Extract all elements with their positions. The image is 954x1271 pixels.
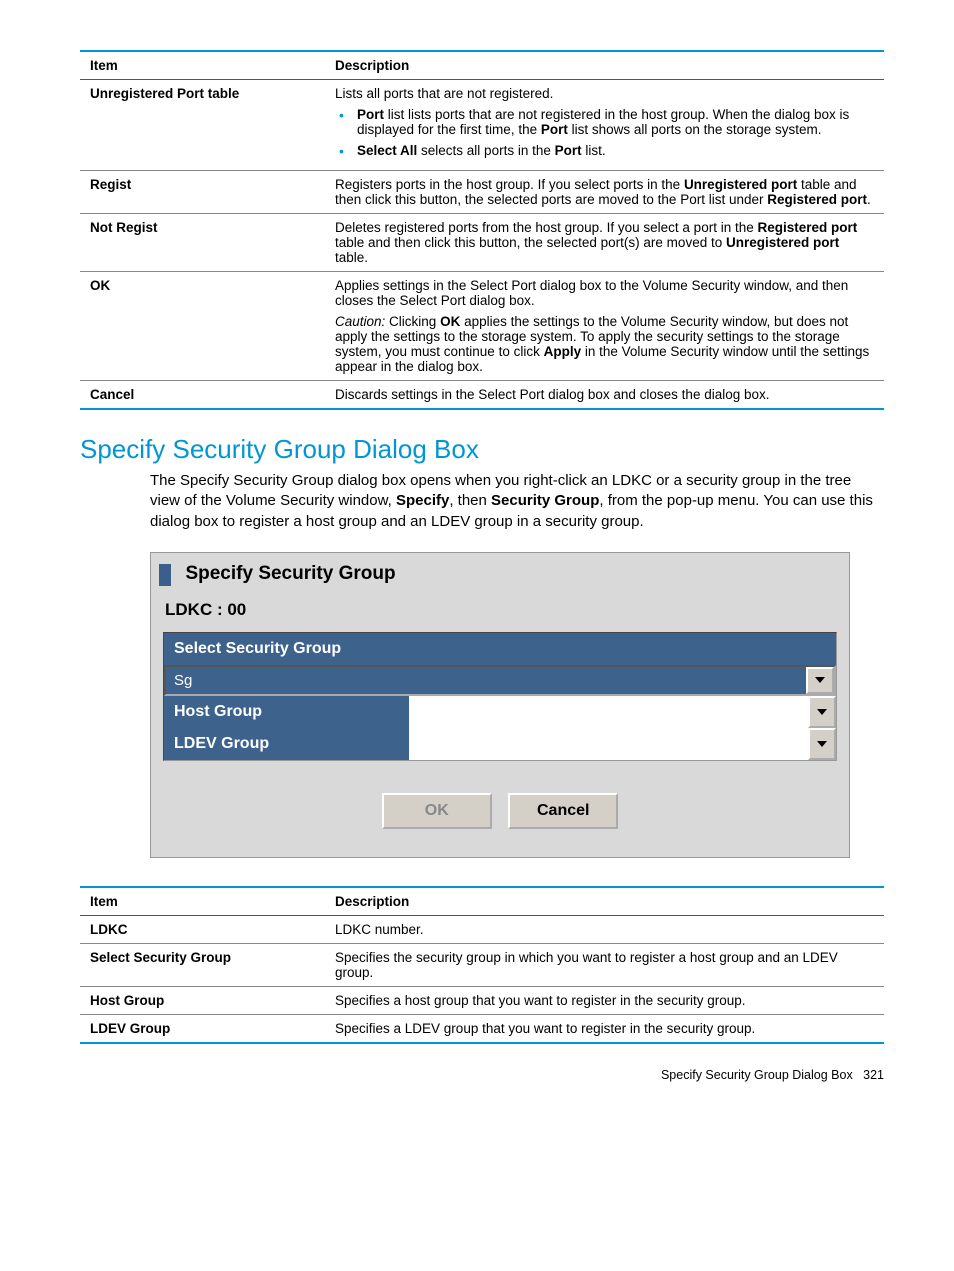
table-item-cell: OK: [80, 272, 325, 381]
ldev-group-label: LDEV Group: [164, 728, 409, 760]
ldev-group-input[interactable]: [409, 728, 808, 760]
host-group-input[interactable]: [409, 696, 808, 728]
table-desc-cell: Specifies a LDEV group that you want to …: [325, 1014, 884, 1043]
table-item-cell: Host Group: [80, 986, 325, 1014]
section-title: Specify Security Group Dialog Box: [80, 434, 884, 465]
security-group-dropdown-button[interactable]: [806, 667, 834, 694]
chevron-down-icon: [817, 741, 827, 747]
table-desc-cell: Deletes registered ports from the host g…: [325, 214, 884, 272]
items-description-table-2: Item Description LDKCLDKC number.Select …: [80, 886, 884, 1044]
chevron-down-icon: [815, 677, 825, 683]
ldkc-label: LDKC : 00: [151, 596, 849, 632]
table-item-cell: Select Security Group: [80, 943, 325, 986]
table-item-cell: Unregistered Port table: [80, 80, 325, 171]
table-item-cell: LDKC: [80, 915, 325, 943]
table-item-cell: Cancel: [80, 381, 325, 410]
cancel-button[interactable]: Cancel: [508, 793, 618, 829]
table-desc-cell: Specifies a host group that you want to …: [325, 986, 884, 1014]
chevron-down-icon: [817, 709, 827, 715]
table-item-cell: Not Regist: [80, 214, 325, 272]
table-item-cell: Regist: [80, 171, 325, 214]
ldev-group-dropdown-button[interactable]: [808, 728, 836, 760]
table1-head-item: Item: [80, 51, 325, 80]
items-description-table-1: Item Description Unregistered Port table…: [80, 50, 884, 410]
section-body: The Specify Security Group dialog box op…: [80, 471, 884, 532]
dialog-title: Specify Security Group: [185, 563, 395, 584]
table-desc-cell: Discards settings in the Select Port dia…: [325, 381, 884, 410]
security-group-combo-input[interactable]: [166, 667, 806, 694]
table-desc-cell: LDKC number.: [325, 915, 884, 943]
host-group-dropdown-button[interactable]: [808, 696, 836, 728]
footer-page: 321: [863, 1068, 884, 1082]
ok-button[interactable]: OK: [382, 793, 492, 829]
table-desc-cell: Lists all ports that are not registered.…: [325, 80, 884, 171]
table-item-cell: LDEV Group: [80, 1014, 325, 1043]
select-security-group-label: Select Security Group: [164, 633, 836, 665]
table-desc-cell: Specifies the security group in which yo…: [325, 943, 884, 986]
dialog-title-icon: [159, 564, 171, 586]
table-desc-cell: Applies settings in the Select Port dial…: [325, 272, 884, 381]
host-group-label: Host Group: [164, 696, 409, 728]
specify-security-group-dialog: Specify Security Group LDKC : 00 Select …: [150, 552, 850, 858]
table2-head-desc: Description: [325, 887, 884, 916]
table1-head-desc: Description: [325, 51, 884, 80]
page-footer: Specify Security Group Dialog Box 321: [80, 1068, 884, 1082]
table2-head-item: Item: [80, 887, 325, 916]
footer-label: Specify Security Group Dialog Box: [661, 1068, 853, 1082]
table-desc-cell: Registers ports in the host group. If yo…: [325, 171, 884, 214]
